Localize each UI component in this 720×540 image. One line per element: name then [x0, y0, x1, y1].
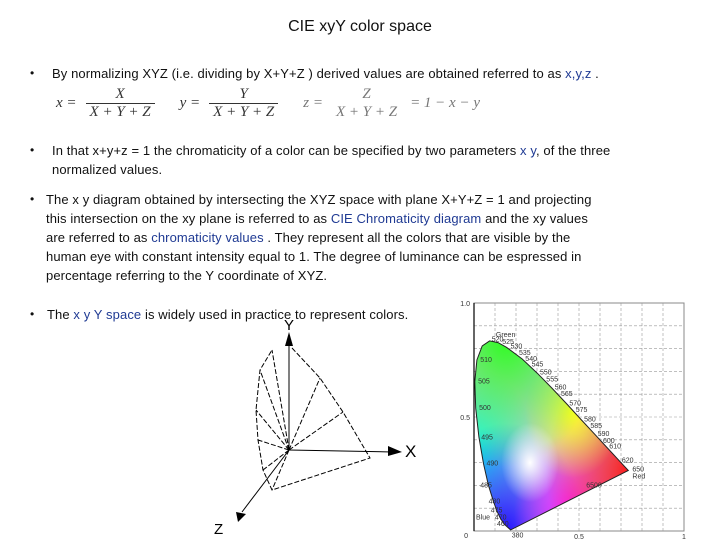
wavelength-label: 500: [479, 405, 491, 412]
wavelength-label: 620: [622, 457, 634, 464]
wavelength-label: 565: [561, 391, 573, 398]
wavelength-label: 545: [532, 362, 544, 369]
wavelength-label: 460: [497, 521, 509, 528]
wavelength-label: 510: [480, 357, 492, 364]
y-tick-label: 1.0: [460, 301, 470, 308]
wavelength-label: 495: [481, 435, 493, 442]
wavelength-label: 505: [478, 379, 490, 386]
wavelength-label: 610: [609, 444, 621, 451]
wavelength-label: Blue: [476, 514, 490, 521]
wavelength-label: 555: [546, 376, 558, 383]
wavelength-label: 485: [480, 482, 492, 489]
y-tick-label: 0.5: [460, 415, 470, 422]
wavelength-label: 575: [576, 407, 588, 414]
wavelength-label: 380: [512, 533, 524, 540]
x-tick-label: 0.5: [574, 534, 584, 540]
x-tick-label: 1: [682, 534, 686, 540]
cie-chromaticity-diagram: 1.00.50 0.5 1Green520525530535540545550555…: [460, 301, 686, 540]
wavelength-label: 585: [590, 423, 602, 430]
y-tick-label: 0: [464, 533, 468, 540]
wavelength-label: 480: [489, 498, 501, 505]
wavelength-label: 6500: [586, 482, 602, 489]
wavelength-label: Red: [632, 473, 645, 480]
wavelength-label: 490: [487, 461, 499, 468]
